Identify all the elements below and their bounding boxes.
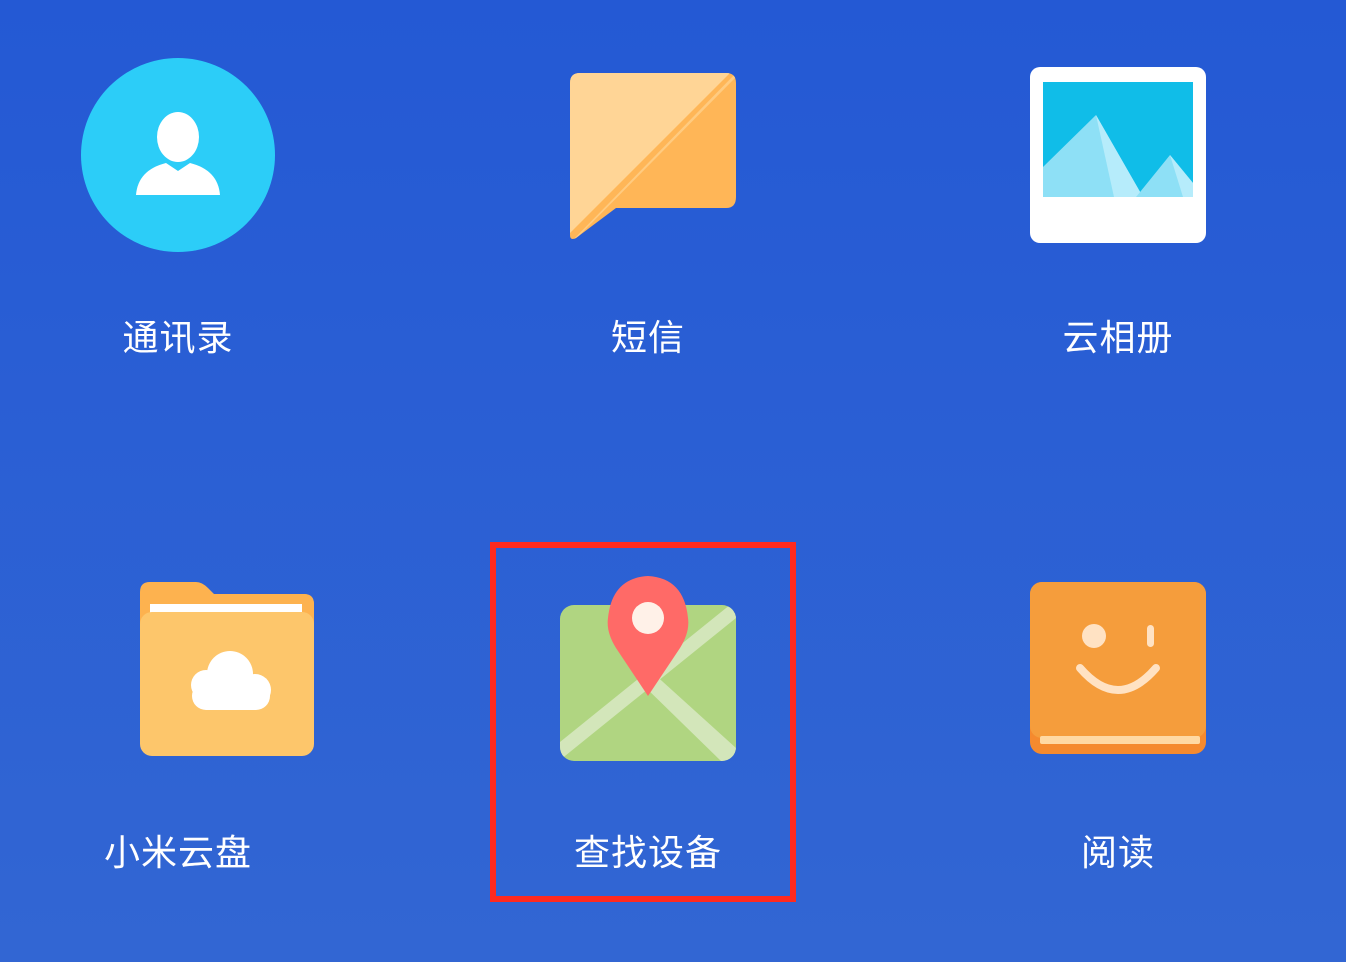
app-cloud-drive[interactable]: 小米云盘 (28, 570, 328, 930)
app-contacts[interactable]: 通讯录 (28, 55, 328, 415)
app-label: 查找设备 (573, 833, 722, 874)
gallery-icon (1018, 55, 1218, 255)
app-find-device[interactable]: 查找设备 (498, 570, 798, 930)
app-reading[interactable]: 阅读 (968, 570, 1268, 930)
contacts-icon (78, 55, 278, 255)
app-label: 短信 (610, 318, 685, 359)
message-icon (548, 55, 748, 255)
find-device-icon (548, 570, 748, 770)
cloud-drive-icon (78, 570, 314, 770)
reading-icon (1018, 570, 1218, 770)
app-gallery[interactable]: 云相册 (968, 55, 1268, 415)
app-label: 小米云盘 (103, 833, 252, 874)
app-messages[interactable]: 短信 (498, 55, 798, 415)
app-label: 阅读 (1080, 833, 1155, 874)
app-label: 云相册 (1062, 318, 1174, 359)
app-grid: 通讯录 短信 云相册 小米云盘 查找设备 阅读 (0, 0, 1346, 962)
app-label: 通讯录 (122, 318, 234, 359)
